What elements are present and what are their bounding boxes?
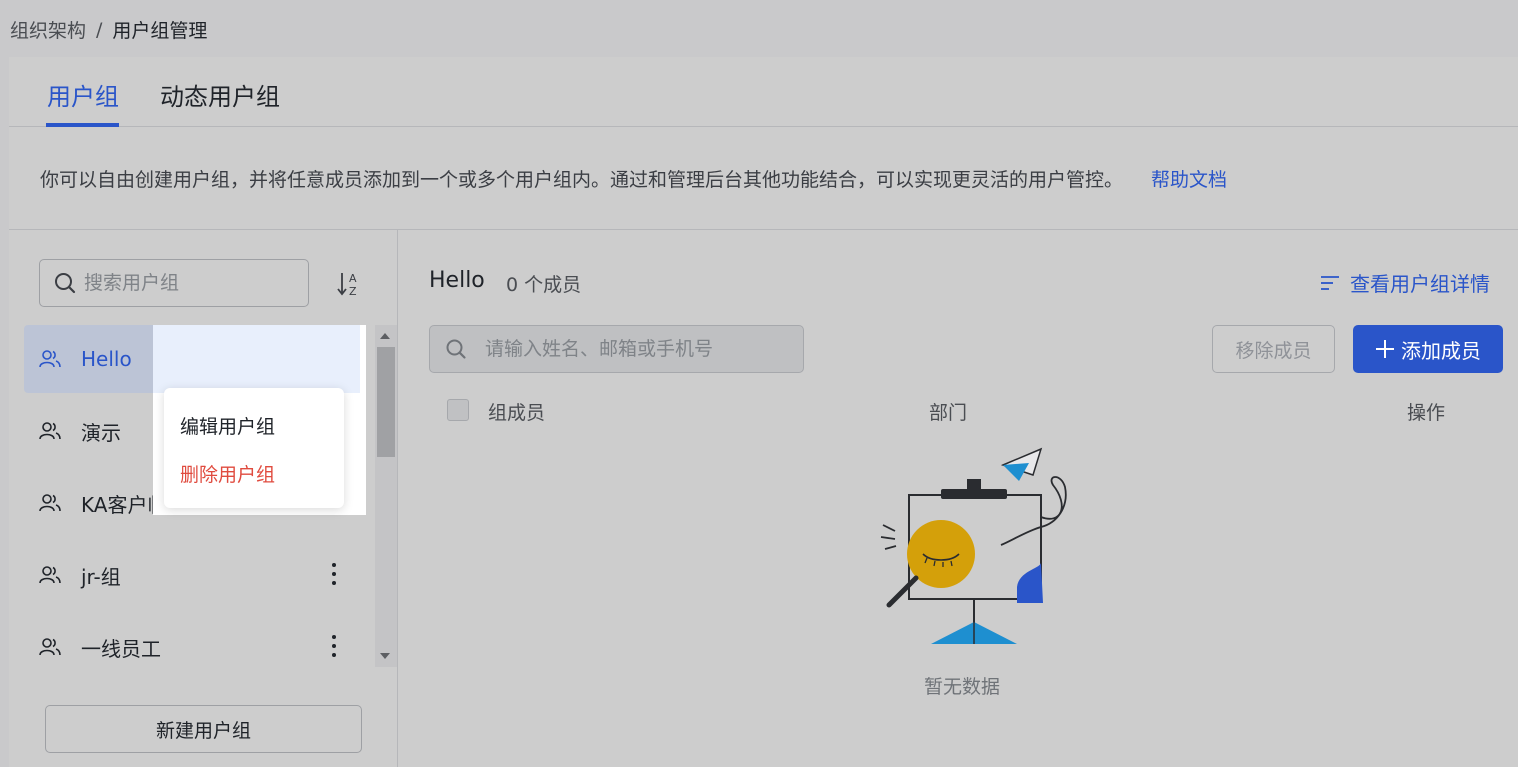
group-item-frontline[interactable]: 一线员工: [24, 613, 359, 667]
add-member-label: 添加成员: [1401, 338, 1481, 363]
group-item-jr[interactable]: jr-组: [24, 541, 359, 609]
breadcrumb-current: 用户组管理: [112, 20, 208, 42]
svg-text:A: A: [349, 272, 357, 285]
user-group-icon: [39, 638, 61, 656]
empty-state-text: 暂无数据: [924, 676, 1001, 698]
column-header-department: 部门: [929, 402, 968, 424]
sort-az-icon[interactable]: A Z: [337, 270, 363, 298]
user-group-icon: [39, 494, 61, 512]
page-panel: 用户组 动态用户组 你可以自由创建用户组，并将任意成员添加到一个或多个用户组内。…: [9, 57, 1518, 767]
empty-state-illustration: [880, 447, 1067, 644]
add-member-button[interactable]: 添加成员: [1353, 325, 1503, 373]
tab-bar: 用户组 动态用户组: [9, 57, 1518, 127]
group-title: Hello: [429, 268, 485, 293]
description-text: 你可以自由创建用户组，并将任意成员添加到一个或多个用户组内。通过和管理后台其他功…: [40, 169, 1124, 191]
tab-user-groups[interactable]: 用户组: [47, 77, 119, 112]
tab-dynamic-user-groups[interactable]: 动态用户组: [160, 77, 280, 112]
user-group-icon: [39, 422, 61, 440]
search-icon: [446, 339, 466, 359]
edit-group-menu-item[interactable]: 编辑用户组: [180, 412, 275, 439]
new-group-button[interactable]: 新建用户组: [45, 705, 362, 753]
plus-icon: [1376, 340, 1394, 358]
more-vertical-icon[interactable]: [329, 559, 339, 589]
highlight-row: [153, 325, 360, 393]
group-item-label: 一线员工: [81, 636, 161, 661]
group-item-label: 演示: [81, 420, 121, 445]
select-all-checkbox[interactable]: [447, 399, 469, 421]
group-item-label: jr-组: [81, 564, 121, 589]
scroll-up-arrow[interactable]: [380, 333, 390, 339]
breadcrumb-separator: /: [96, 18, 103, 41]
scroll-thumb[interactable]: [377, 347, 395, 457]
view-group-details-link[interactable]: 查看用户组详情: [1320, 268, 1490, 297]
view-group-details-label: 查看用户组详情: [1350, 272, 1490, 296]
column-header-actions: 操作: [1407, 402, 1446, 424]
user-group-icon: [39, 350, 61, 368]
scroll-down-arrow[interactable]: [380, 653, 390, 659]
group-context-menu: 编辑用户组 删除用户组: [164, 388, 344, 508]
user-group-icon: [39, 566, 61, 584]
member-search-input[interactable]: [485, 338, 785, 360]
list-icon: [1321, 275, 1339, 290]
group-detail-pane: Hello 0 个成员 查看用户组详情 移除成员 添加成员 组成员 部门 操作: [399, 230, 1518, 767]
search-icon: [55, 273, 76, 294]
help-docs-link[interactable]: 帮助文档: [1151, 165, 1227, 192]
description: 你可以自由创建用户组，并将任意成员添加到一个或多个用户组内。通过和管理后台其他功…: [40, 165, 1227, 192]
group-search-input[interactable]: [84, 272, 284, 294]
group-item-label: Hello: [81, 347, 132, 371]
column-header-members: 组成员: [488, 402, 546, 424]
more-vertical-icon[interactable]: [329, 631, 339, 661]
group-list-scrollbar[interactable]: [375, 325, 397, 667]
group-search-box[interactable]: [39, 259, 309, 307]
active-tab-indicator: [46, 123, 119, 127]
member-count: 0 个成员: [506, 274, 582, 296]
delete-group-menu-item[interactable]: 删除用户组: [180, 460, 275, 487]
breadcrumb-org-structure[interactable]: 组织架构: [10, 16, 86, 43]
member-search-box[interactable]: [429, 325, 804, 373]
svg-text:Z: Z: [349, 285, 357, 298]
remove-member-button[interactable]: 移除成员: [1212, 325, 1335, 373]
breadcrumb: 组织架构 / 用户组管理: [10, 16, 207, 43]
